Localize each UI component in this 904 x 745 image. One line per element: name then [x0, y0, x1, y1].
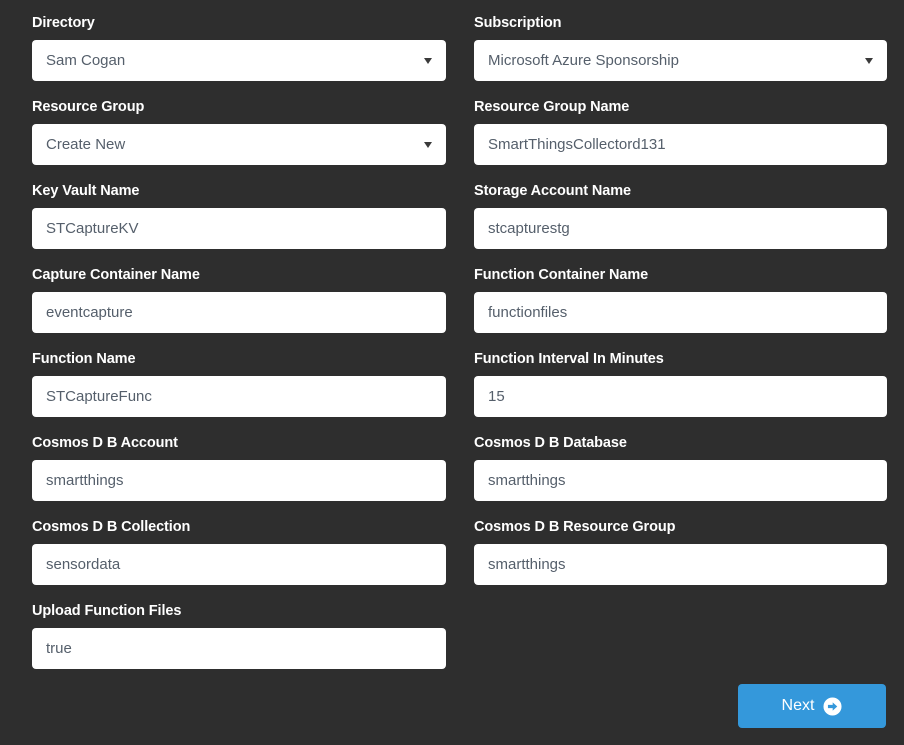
- form-field-grid: Directory Sam Cogan Subscription Microsoft …: [32, 15, 887, 687]
- form-field-directory: Directory Sam Cogan: [32, 15, 446, 81]
- input-function-name[interactable]: STCaptureFunc: [32, 376, 446, 417]
- form-field-cosmos-d-b-account: Cosmos D B Account smartthings: [32, 435, 446, 501]
- field-label-function-container-name: Function Container Name: [474, 267, 649, 283]
- form-field-function-name: Function Name STCaptureFunc: [32, 351, 446, 417]
- field-label-upload-function-files: Upload Function Files: [32, 603, 182, 619]
- form-field-subscription: Subscription Microsoft Azure Sponsorship: [474, 15, 887, 81]
- field-value-capture-container-name: eventcapture: [46, 304, 133, 321]
- field-label-cosmos-d-b-database: Cosmos D B Database: [474, 435, 627, 451]
- input-cosmos-d-b-database[interactable]: smartthings: [474, 460, 887, 501]
- field-label-subscription: Subscription: [474, 15, 562, 31]
- field-value-function-name: STCaptureFunc: [46, 388, 152, 405]
- chevron-down-icon: [865, 57, 873, 64]
- form-field-function-container-name: Function Container Name functionfiles: [474, 267, 887, 333]
- deployment-parameters-form: Directory Sam Cogan Subscription Microsoft …: [0, 0, 904, 745]
- select-subscription[interactable]: Microsoft Azure Sponsorship: [474, 40, 887, 81]
- form-field-cosmos-d-b-resource-group: Cosmos D B Resource Group smartthings: [474, 519, 887, 585]
- input-upload-function-files[interactable]: true: [32, 628, 446, 669]
- field-label-cosmos-d-b-account: Cosmos D B Account: [32, 435, 178, 451]
- field-value-resource-group-name: SmartThingsCollectord131: [488, 136, 666, 153]
- form-field-function-interval-in-minutes: Function Interval In Minutes 15: [474, 351, 887, 417]
- field-label-function-name: Function Name: [32, 351, 136, 367]
- input-storage-account-name[interactable]: stcapturestg: [474, 208, 887, 249]
- field-value-directory: Sam Cogan: [46, 52, 126, 69]
- input-key-vault-name[interactable]: STCaptureKV: [32, 208, 446, 249]
- form-footer: Next: [738, 684, 886, 728]
- field-label-resource-group-name: Resource Group Name: [474, 99, 630, 115]
- input-function-interval-in-minutes[interactable]: 15: [474, 376, 887, 417]
- field-value-cosmos-d-b-database: smartthings: [488, 472, 566, 489]
- field-value-cosmos-d-b-account: smartthings: [46, 472, 124, 489]
- form-field-cosmos-d-b-collection: Cosmos D B Collection sensordata: [32, 519, 446, 585]
- select-resource-group[interactable]: Create New: [32, 124, 446, 165]
- form-field-resource-group-name: Resource Group Name SmartThingsCollectord…: [474, 99, 887, 165]
- field-value-cosmos-d-b-resource-group: smartthings: [488, 556, 566, 573]
- form-field-resource-group: Resource Group Create New: [32, 99, 446, 165]
- chevron-down-icon: [424, 141, 432, 148]
- field-label-storage-account-name: Storage Account Name: [474, 183, 631, 199]
- form-field-key-vault-name: Key Vault Name STCaptureKV: [32, 183, 446, 249]
- field-label-cosmos-d-b-collection: Cosmos D B Collection: [32, 519, 191, 535]
- field-value-function-container-name: functionfiles: [488, 304, 568, 321]
- field-value-storage-account-name: stcapturestg: [488, 220, 570, 237]
- input-cosmos-d-b-account[interactable]: smartthings: [32, 460, 446, 501]
- field-label-directory: Directory: [32, 15, 95, 31]
- input-resource-group-name[interactable]: SmartThingsCollectord131: [474, 124, 887, 165]
- field-value-cosmos-d-b-collection: sensordata: [46, 556, 121, 573]
- field-label-resource-group: Resource Group: [32, 99, 145, 115]
- arrow-circle-right-icon: [823, 696, 842, 716]
- form-field-cosmos-d-b-database: Cosmos D B Database smartthings: [474, 435, 887, 501]
- field-label-capture-container-name: Capture Container Name: [32, 267, 200, 283]
- select-directory[interactable]: Sam Cogan: [32, 40, 446, 81]
- field-value-key-vault-name: STCaptureKV: [46, 220, 139, 237]
- field-label-key-vault-name: Key Vault Name: [32, 183, 140, 199]
- input-cosmos-d-b-resource-group[interactable]: smartthings: [474, 544, 887, 585]
- field-value-function-interval-in-minutes: 15: [488, 388, 505, 405]
- field-value-resource-group: Create New: [46, 136, 126, 153]
- field-label-cosmos-d-b-resource-group: Cosmos D B Resource Group: [474, 519, 676, 535]
- form-field-capture-container-name: Capture Container Name eventcapture: [32, 267, 446, 333]
- form-field-storage-account-name: Storage Account Name stcapturestg: [474, 183, 887, 249]
- input-function-container-name[interactable]: functionfiles: [474, 292, 887, 333]
- field-value-upload-function-files: true: [46, 640, 72, 657]
- input-cosmos-d-b-collection[interactable]: sensordata: [32, 544, 446, 585]
- next-button-label: Next: [781, 697, 815, 714]
- form-field-upload-function-files: Upload Function Files true: [32, 603, 446, 669]
- input-capture-container-name[interactable]: eventcapture: [32, 292, 446, 333]
- field-value-subscription: Microsoft Azure Sponsorship: [488, 52, 679, 69]
- chevron-down-icon: [424, 57, 432, 64]
- next-button[interactable]: Next: [738, 684, 886, 728]
- field-label-function-interval-in-minutes: Function Interval In Minutes: [474, 351, 664, 367]
